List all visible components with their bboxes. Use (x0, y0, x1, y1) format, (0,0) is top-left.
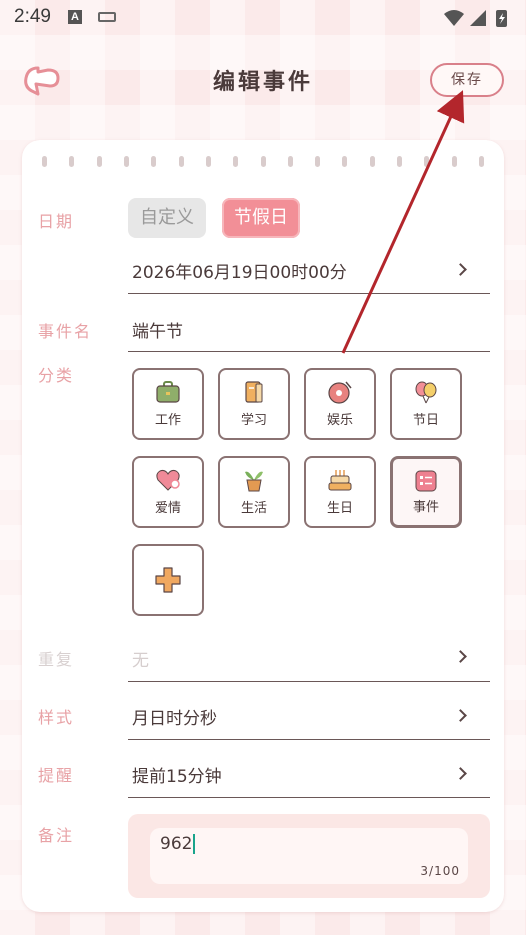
event-name-label: 事件名 (38, 322, 93, 341)
category-label-text: 节日 (412, 413, 439, 428)
style-label: 样式 (38, 708, 75, 727)
note-value-wrap: 962 (160, 834, 196, 854)
category-label-text: 生日 (326, 501, 353, 516)
divider (128, 351, 490, 352)
wifi-icon (444, 10, 464, 26)
save-button[interactable]: 保存 (430, 63, 504, 97)
notebook-binding (42, 156, 484, 168)
a-badge-icon: A (68, 10, 82, 24)
text-caret (193, 834, 196, 854)
form-card: 日期 自定义 节假日 2026年06月19日00时00分 事件名 端午节 分类 … (22, 140, 504, 912)
category-label-text: 学习 (240, 413, 267, 428)
divider (128, 739, 490, 740)
header: 编辑事件 保存 (0, 54, 526, 110)
add-category-button[interactable] (132, 544, 204, 616)
status-icons (444, 10, 507, 27)
reminder-value[interactable]: 提前15分钟 (132, 762, 222, 787)
note-text: 962 (160, 834, 193, 854)
repeat-value[interactable]: 无 (132, 646, 149, 671)
note-counter: 3/100 (420, 864, 460, 878)
note-container: 962 3/100 (128, 814, 490, 898)
category-label-text: 生活 (240, 501, 267, 516)
divider (128, 293, 490, 294)
event-name-input[interactable]: 端午节 (132, 317, 183, 342)
date-custom-toggle[interactable]: 自定义 (128, 198, 206, 238)
briefcase-icon (156, 381, 180, 403)
chevron-right-icon (454, 263, 467, 276)
cake-icon (328, 470, 352, 491)
record-icon (328, 381, 352, 404)
heart-icon (156, 469, 180, 491)
category-life[interactable]: 生活 (218, 456, 290, 528)
status-bar: 2:49 A (0, 0, 526, 36)
date-value[interactable]: 2026年06月19日00时00分 (132, 258, 347, 283)
plus-icon (155, 567, 181, 593)
balloon-icon (415, 381, 437, 404)
signal-icon (470, 10, 486, 26)
divider (128, 681, 490, 682)
category-work[interactable]: 工作 (132, 368, 204, 440)
category-label-text: 娱乐 (326, 413, 353, 428)
date-label: 日期 (38, 212, 75, 231)
date-holiday-toggle[interactable]: 节假日 (222, 198, 300, 238)
category-label-text: 事件 (412, 500, 439, 515)
status-time: 2:49 (14, 6, 51, 27)
event-card-icon (415, 470, 437, 492)
chevron-right-icon (454, 709, 467, 722)
repeat-label: 重复 (38, 650, 75, 669)
note-label: 备注 (38, 826, 75, 845)
book-icon (245, 381, 263, 403)
category-study[interactable]: 学习 (218, 368, 290, 440)
style-value[interactable]: 月日时分秒 (132, 704, 217, 729)
category-birthday[interactable]: 生日 (304, 456, 376, 528)
category-festival[interactable]: 节日 (390, 368, 462, 440)
chevron-right-icon (454, 650, 467, 663)
plant-icon (245, 471, 263, 492)
reminder-label: 提醒 (38, 766, 75, 785)
chevron-right-icon (454, 767, 467, 780)
category-event[interactable]: 事件 (390, 456, 462, 528)
category-entertainment[interactable]: 娱乐 (304, 368, 376, 440)
category-label: 分类 (38, 366, 75, 385)
category-label-text: 工作 (154, 413, 181, 428)
divider (128, 797, 490, 798)
category-love[interactable]: 爱情 (132, 456, 204, 528)
note-input[interactable]: 962 3/100 (150, 828, 468, 884)
category-label-text: 爱情 (154, 501, 181, 516)
keyboard-icon (98, 12, 116, 22)
